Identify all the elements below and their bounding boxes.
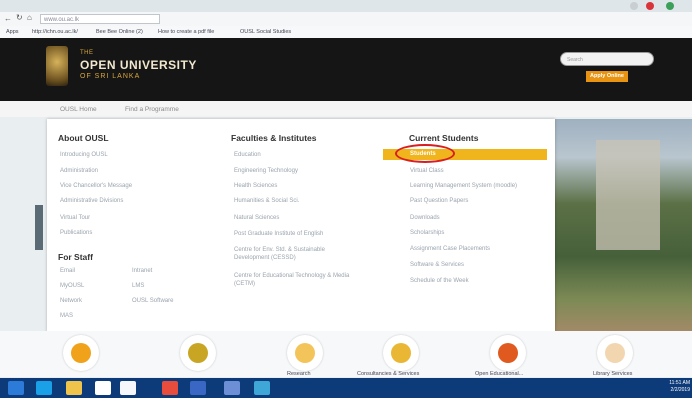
home-app-icon[interactable] <box>120 381 136 395</box>
research-icon <box>295 343 315 363</box>
student-item[interactable]: Scholarships <box>410 230 444 236</box>
service-circle[interactable] <box>63 335 99 371</box>
bookmark-pdf[interactable]: How to create a pdf file <box>158 26 214 38</box>
bookmark-social[interactable]: OUSL Social Studies <box>240 26 291 38</box>
campus-building <box>596 140 660 250</box>
staff-item[interactable]: LMS <box>132 283 144 289</box>
faculty-item[interactable]: Engineering Technology <box>234 168 298 174</box>
reload-icon[interactable]: ↻ <box>16 13 23 22</box>
bookmark-bee[interactable]: Bee Bee Online (2) <box>96 26 143 38</box>
services-band <box>0 331 692 377</box>
faculty-item[interactable]: Centre for Educational Technology & Medi… <box>234 272 354 288</box>
chrome-logo-icon <box>646 2 654 10</box>
service-circle[interactable] <box>180 335 216 371</box>
staff-item[interactable]: Intranet <box>132 268 152 274</box>
faculty-item[interactable]: Centre for Env. Std. & Sustainable Devel… <box>234 246 354 262</box>
browser-tab-bar <box>0 0 692 12</box>
staff-item[interactable]: MAS <box>60 313 73 319</box>
browser-app-icon[interactable] <box>254 381 270 395</box>
student-item[interactable]: Downloads <box>410 215 440 221</box>
app-icon[interactable] <box>224 381 240 395</box>
student-item[interactable]: Schedule of the Week <box>410 278 469 284</box>
oer-label[interactable]: Open Educational... <box>475 371 523 377</box>
back-icon[interactable]: ← <box>4 14 12 23</box>
staff-heading[interactable]: For Staff <box>58 252 93 262</box>
bookmark-apps[interactable]: Apps <box>6 26 19 38</box>
students-heading[interactable]: Current Students <box>409 133 478 143</box>
library-icon <box>605 343 625 363</box>
file-explorer-icon[interactable] <box>66 381 82 395</box>
student-item[interactable]: Past Question Papers <box>410 198 468 204</box>
main-nav <box>0 101 692 117</box>
staff-item[interactable]: Email <box>60 268 75 274</box>
library-label[interactable]: Library Services <box>593 371 632 377</box>
about-item[interactable]: Administration <box>60 168 98 174</box>
taskbar-clock: 11:51 AM 2/2/2019 <box>663 380 690 394</box>
faculty-item[interactable]: Education <box>234 152 261 158</box>
brand-sub: OF SRI LANKA <box>80 73 141 80</box>
search-input[interactable]: Search <box>560 52 654 66</box>
faculties-heading[interactable]: Faculties & Institutes <box>231 133 317 143</box>
address-bar-row: ← ↻ ⌂ www.ou.ac.lk <box>0 12 692 26</box>
windows-start-icon[interactable] <box>8 381 24 395</box>
about-item[interactable]: Introducing OUSL <box>60 152 108 158</box>
staff-item[interactable]: OUSL Software <box>132 298 173 304</box>
consultancy-label[interactable]: Consultancies & Services <box>357 371 419 377</box>
url-input[interactable]: www.ou.ac.lk <box>40 14 160 24</box>
consultancy-icon <box>391 343 411 363</box>
faculty-item[interactable]: Natural Sciences <box>234 215 279 221</box>
close-icon[interactable] <box>666 2 674 10</box>
staff-item[interactable]: MyOUSL <box>60 283 84 289</box>
drop-icon <box>71 343 91 363</box>
store-icon[interactable] <box>95 381 111 395</box>
nav-home[interactable]: OUSL Home <box>60 106 97 113</box>
bookmark-ichn[interactable]: http://ichn.ou.ac.lk/ <box>32 26 78 38</box>
home-icon[interactable]: ⌂ <box>27 13 32 22</box>
student-item[interactable]: Learning Management System (moodle) <box>410 183 517 189</box>
about-item[interactable]: Vice Chancellor's Message <box>60 183 132 189</box>
eye-icon <box>498 343 518 363</box>
about-item[interactable]: Publications <box>60 230 92 236</box>
staff-item[interactable]: Network <box>60 298 82 304</box>
student-item[interactable]: Virtual Class <box>410 168 444 174</box>
university-crest-icon[interactable] <box>46 46 68 86</box>
annotation-circle <box>395 144 455 163</box>
research-label[interactable]: Research <box>287 371 311 377</box>
faculty-item[interactable]: Health Sciences <box>234 183 277 189</box>
word-icon[interactable] <box>190 381 206 395</box>
service-circle[interactable] <box>383 335 419 371</box>
minimize-icon[interactable] <box>630 2 638 10</box>
about-item[interactable]: Administrative Divisions <box>60 198 123 204</box>
faculty-item[interactable]: Post Graduate Institute of English <box>234 231 323 237</box>
nav-find-programme[interactable]: Find a Programme <box>125 106 179 113</box>
service-circle[interactable] <box>490 335 526 371</box>
student-item[interactable]: Assignment Case Placements <box>410 246 490 252</box>
about-heading[interactable]: About OUSL <box>58 133 109 143</box>
ie-icon[interactable] <box>36 381 52 395</box>
clock-date: 2/2/2019 <box>670 387 690 393</box>
brand-name: OPEN UNIVERSITY <box>80 58 197 72</box>
faculty-item[interactable]: Humanities & Social Sci. <box>234 198 299 204</box>
side-tab[interactable] <box>35 205 43 250</box>
service-circle[interactable] <box>287 335 323 371</box>
brand-the: THE <box>80 50 94 56</box>
clock-time: 11:51 AM <box>669 380 690 386</box>
map-icon <box>188 343 208 363</box>
student-item[interactable]: Software & Services <box>410 262 464 268</box>
about-item[interactable]: Virtual Tour <box>60 215 90 221</box>
service-circle[interactable] <box>597 335 633 371</box>
chrome-icon[interactable] <box>162 381 178 395</box>
apply-online-button[interactable]: Apply Online <box>586 71 628 82</box>
